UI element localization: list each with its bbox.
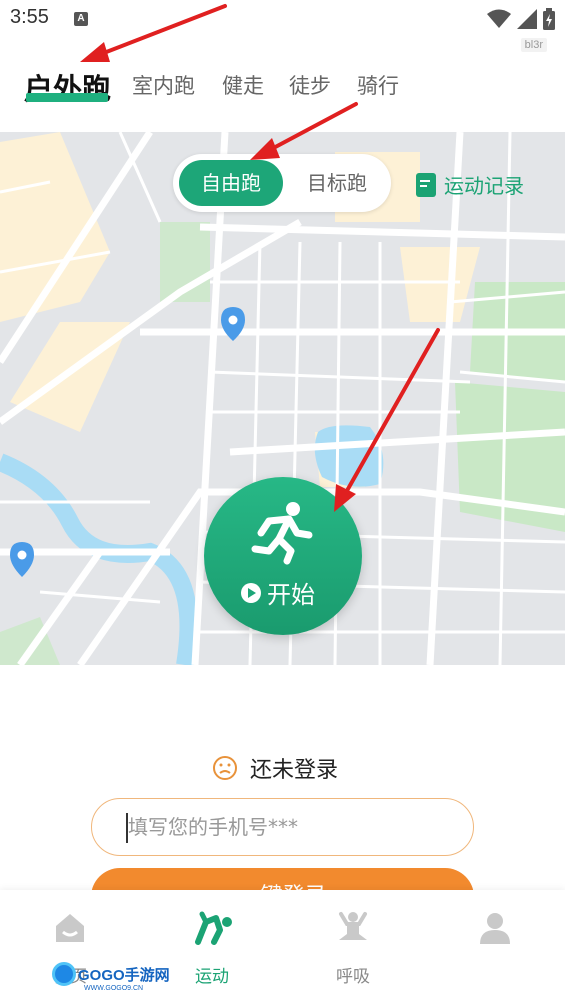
status-icons	[487, 8, 555, 30]
active-tab-underline	[26, 93, 108, 102]
wifi-icon	[487, 9, 511, 28]
sport-icon	[195, 911, 232, 945]
exercise-records-link[interactable]: 运动记录	[416, 170, 524, 199]
battery-icon	[543, 8, 555, 30]
gogo-watermark: GOGO手游网	[52, 962, 170, 986]
target-run-button[interactable]: 目标跑	[291, 160, 383, 206]
status-time: 3:55	[10, 6, 49, 28]
notification-icon: A	[74, 12, 88, 26]
nav-sport[interactable]: 运动	[152, 890, 272, 1004]
start-label-row: 开始	[241, 575, 315, 610]
watermark-url: WWW.GOGO9.CN	[84, 985, 144, 992]
gogo-logo-icon	[52, 962, 76, 986]
home-icon	[56, 914, 84, 942]
play-icon	[241, 582, 261, 603]
run-mode-toggle: 自由跑 目标跑	[173, 154, 391, 212]
records-label: 运动记录	[444, 174, 524, 198]
nav-breathing-label: 呼吸	[336, 967, 370, 987]
login-status-text: 还未登录	[250, 758, 339, 783]
nav-sport-label: 运动	[195, 967, 229, 987]
tab-walk[interactable]: 健走	[222, 70, 264, 100]
device-tag: bl3r	[520, 38, 547, 52]
free-run-button[interactable]: 自由跑	[179, 160, 283, 206]
nav-profile[interactable]	[435, 890, 555, 1004]
tab-hike[interactable]: 徒步	[289, 70, 331, 100]
login-status: 还未登录	[212, 752, 338, 784]
phone-input[interactable]	[128, 809, 448, 845]
phone-field-wrapper	[91, 798, 474, 856]
meditation-icon	[339, 912, 367, 940]
start-button[interactable]: 开始	[204, 477, 362, 635]
start-label: 开始	[267, 581, 315, 609]
profile-icon	[480, 913, 510, 944]
tab-cycling[interactable]: 骑行	[357, 70, 399, 100]
tab-indoor-run[interactable]: 室内跑	[132, 70, 195, 100]
nav-breathing[interactable]: 呼吸	[293, 890, 413, 1004]
runner-icon	[251, 502, 313, 565]
watermark-name: GOGO手游网	[78, 966, 170, 984]
sport-type-tabs: 户外跑 室内跑 健走 徒步 骑行	[0, 58, 565, 118]
status-bar: 3:55 A	[0, 0, 565, 40]
records-icon	[416, 172, 436, 197]
sad-face-icon	[213, 756, 237, 780]
signal-icon	[517, 9, 537, 29]
